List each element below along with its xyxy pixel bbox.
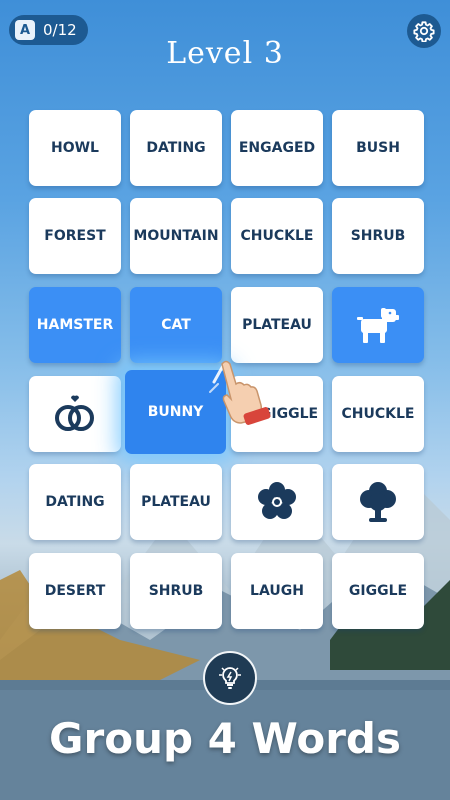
picture-tile-selected[interactable] [332,287,424,363]
word-tile[interactable]: FOREST [29,198,121,274]
tile-label: MOUNTAIN [133,228,219,244]
word-tile[interactable]: DATING [130,110,222,186]
word-tile[interactable]: DESERT [29,553,121,629]
dog-icon [357,308,399,343]
tile-label: PLATEAU [141,494,211,510]
tile-label: HAMSTER [36,317,114,333]
word-tile-selected[interactable]: CAT [130,287,222,363]
word-tile[interactable]: CHUCKLE [231,198,323,274]
instruction-caption: Group 4 Words [49,714,401,763]
word-tile[interactable]: SHRUB [332,198,424,274]
tile-label: HOWL [51,140,99,156]
picture-tile[interactable] [332,464,424,540]
word-tile[interactable]: SHRUB [130,553,222,629]
level-title: Level 3 [166,36,284,71]
tree-icon [360,482,396,522]
tile-label: BUSH [356,140,400,156]
tile-label: LAUGH [250,583,304,599]
word-tile[interactable]: PLATEAU [130,464,222,540]
tile-label: DESERT [44,583,106,599]
tile-label: SHRUB [350,228,406,244]
tile-label: SHRUB [148,583,204,599]
word-tile-selected[interactable]: HAMSTER [29,287,121,363]
word-tile[interactable]: HOWL [29,110,121,186]
tile-label: FOREST [44,228,106,244]
tile-label: CAT [161,317,191,333]
tile-label: CHUCKLE [341,406,415,422]
tile-label: ENGAGED [238,140,316,156]
word-tile[interactable]: CHUCKLE [332,376,424,452]
lightbulb-icon [219,667,241,689]
pointing-hand-icon [209,360,271,425]
hint-button[interactable] [203,651,257,705]
picture-tile[interactable] [29,376,121,452]
tile-label: BUNNY [147,404,204,420]
word-tile[interactable]: GIGGLE [332,553,424,629]
rings-icon [55,395,94,431]
tile-label: CHUCKLE [240,228,314,244]
tile-label: DATING [146,140,206,156]
word-tile[interactable]: PLATEAU [231,287,323,363]
word-tile[interactable]: DATING [29,464,121,540]
flower-icon [258,482,296,519]
tile-label: GIGGLE [348,583,408,599]
picture-tile[interactable] [231,464,323,540]
word-tile[interactable]: LAUGH [231,553,323,629]
word-tile[interactable]: ENGAGED [231,110,323,186]
tile-label: DATING [45,494,105,510]
tile-label: PLATEAU [242,317,312,333]
word-tile[interactable]: MOUNTAIN [130,198,222,274]
word-tile[interactable]: BUSH [332,110,424,186]
